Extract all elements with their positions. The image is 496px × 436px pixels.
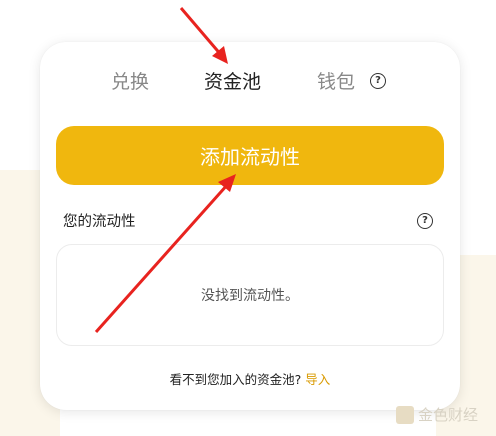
liquidity-empty-state: 没找到流动性。 [56,244,444,346]
help-icon[interactable]: ? [370,73,386,89]
import-pool-footer: 看不到您加入的资金池? 导入 [40,369,460,388]
footer-prompt: 看不到您加入的资金池? [169,372,302,387]
liquidity-help-icon[interactable]: ? [417,213,433,229]
tab-swap[interactable]: 兑换 [111,68,149,96]
empty-liquidity-text: 没找到流动性。 [201,288,299,304]
tab-pool[interactable]: 资金池 [204,68,261,96]
tab-wallet[interactable]: 钱包 [317,68,355,96]
watermark-text: 金色财经 [418,406,479,424]
pool-card: 兑换 资金池 钱包 ? 添加流动性 您的流动性 ? 没找到流动性。 看不到您加入… [40,42,460,410]
watermark: 金色财经 [396,404,478,425]
import-link[interactable]: 导入 [305,372,330,387]
your-liquidity-title: 您的流动性 [63,214,136,230]
add-liquidity-button[interactable]: 添加流动性 [56,126,444,185]
watermark-logo-icon [396,405,414,424]
